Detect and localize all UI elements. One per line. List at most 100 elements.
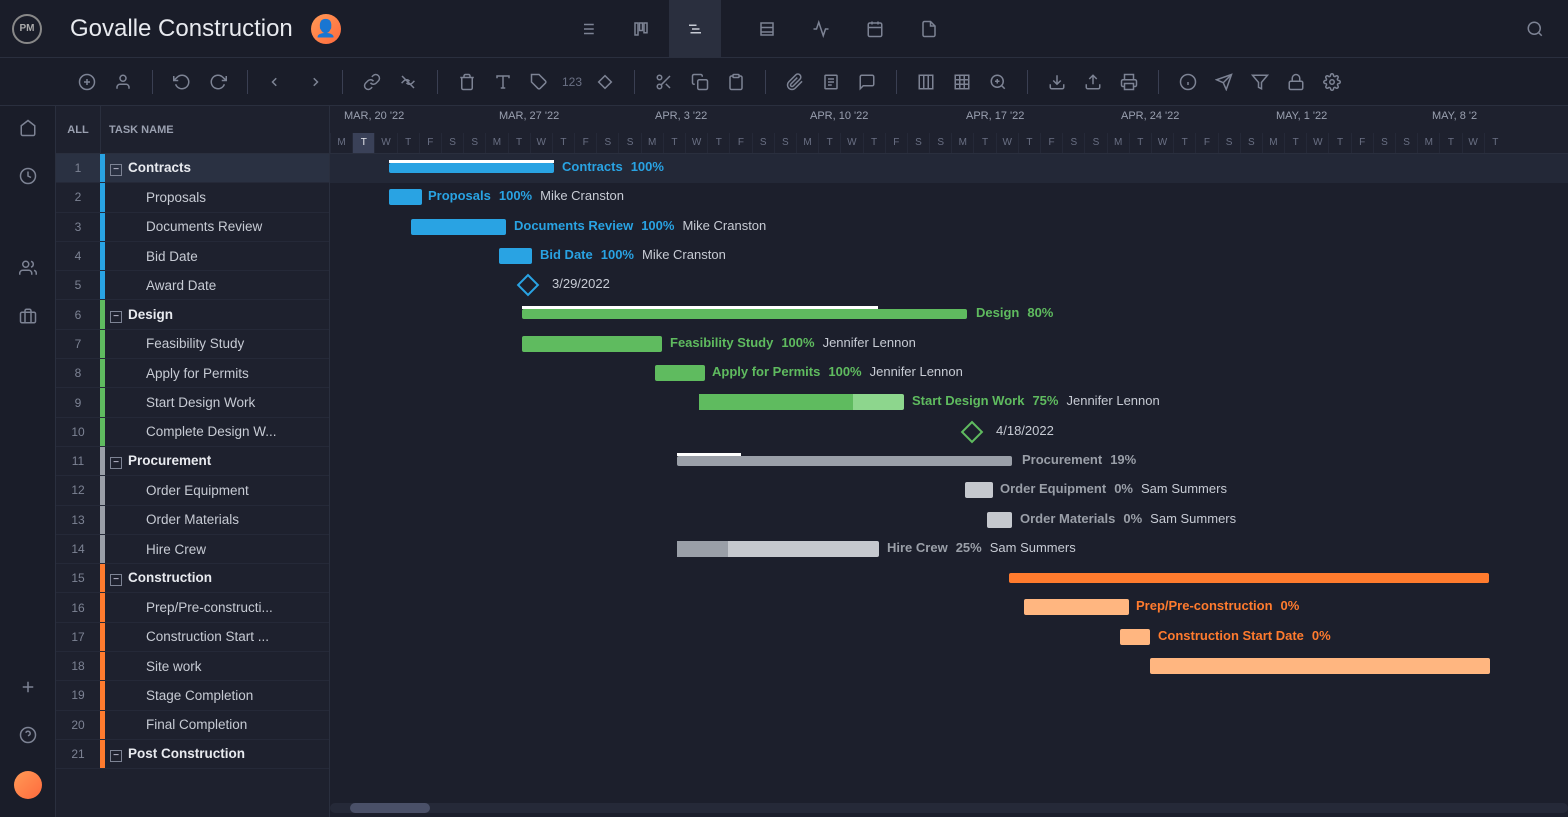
- home-icon[interactable]: [16, 116, 40, 140]
- task-row[interactable]: 21−Post Construction: [56, 740, 329, 769]
- grid-button[interactable]: [947, 67, 977, 97]
- gantt-row[interactable]: Feasibility Study100%Jennifer Lennon: [330, 330, 1568, 359]
- gantt-summary-bar[interactable]: [389, 163, 554, 173]
- text-style-button[interactable]: [488, 67, 518, 97]
- gantt-task-bar[interactable]: [411, 219, 506, 235]
- task-row[interactable]: 6−Design: [56, 300, 329, 329]
- search-button[interactable]: [1514, 20, 1556, 38]
- cut-button[interactable]: [649, 67, 679, 97]
- gantt-row[interactable]: [330, 740, 1568, 769]
- gantt-row[interactable]: [330, 681, 1568, 710]
- user-avatar[interactable]: [14, 771, 42, 799]
- gantt-summary-bar[interactable]: [677, 456, 1012, 466]
- gantt-task-bar[interactable]: [699, 394, 904, 410]
- unlink-button[interactable]: [393, 67, 423, 97]
- delete-button[interactable]: [452, 67, 482, 97]
- sheet-view-tab[interactable]: [741, 0, 793, 58]
- task-row[interactable]: 1−Contracts: [56, 154, 329, 183]
- gantt-row[interactable]: Proposals100%Mike Cranston: [330, 183, 1568, 212]
- gantt-row[interactable]: Prep/Pre-construction0%: [330, 593, 1568, 622]
- settings-button[interactable]: [1317, 67, 1347, 97]
- task-row[interactable]: 13Order Materials: [56, 506, 329, 535]
- task-row[interactable]: 2Proposals: [56, 183, 329, 212]
- copy-button[interactable]: [685, 67, 715, 97]
- gantt-task-bar[interactable]: [499, 248, 532, 264]
- list-view-tab[interactable]: [561, 0, 613, 58]
- task-row[interactable]: 9Start Design Work: [56, 388, 329, 417]
- export-button[interactable]: [1078, 67, 1108, 97]
- gantt-task-bar[interactable]: [1024, 599, 1129, 615]
- task-row[interactable]: 15−Construction: [56, 564, 329, 593]
- gantt-task-bar[interactable]: [389, 189, 422, 205]
- tag-button[interactable]: [524, 67, 554, 97]
- task-row[interactable]: 16Prep/Pre-constructi...: [56, 593, 329, 622]
- gantt-row[interactable]: [330, 564, 1568, 593]
- help-icon[interactable]: [16, 723, 40, 747]
- calendar-view-tab[interactable]: [849, 0, 901, 58]
- gantt-task-bar[interactable]: [655, 365, 705, 381]
- import-button[interactable]: [1042, 67, 1072, 97]
- gantt-row[interactable]: 4/18/2022: [330, 418, 1568, 447]
- task-row[interactable]: 8Apply for Permits: [56, 359, 329, 388]
- gantt-task-bar[interactable]: [965, 482, 993, 498]
- gantt-row[interactable]: Bid Date100%Mike Cranston: [330, 242, 1568, 271]
- gantt-milestone[interactable]: [961, 420, 984, 443]
- gantt-row[interactable]: Design80%: [330, 300, 1568, 329]
- gantt-row[interactable]: Procurement19%: [330, 447, 1568, 476]
- expand-toggle-icon[interactable]: −: [110, 164, 122, 176]
- gantt-task-bar[interactable]: [987, 512, 1012, 528]
- gantt-task-bar[interactable]: [1120, 629, 1150, 645]
- wbs-button[interactable]: 123: [560, 75, 584, 89]
- redo-button[interactable]: [203, 67, 233, 97]
- expand-toggle-icon[interactable]: −: [110, 457, 122, 469]
- expand-toggle-icon[interactable]: −: [110, 311, 122, 323]
- gantt-row[interactable]: Start Design Work75%Jennifer Lennon: [330, 388, 1568, 417]
- attachment-button[interactable]: [780, 67, 810, 97]
- gantt-row[interactable]: Order Materials0%Sam Summers: [330, 506, 1568, 535]
- task-row[interactable]: 14Hire Crew: [56, 535, 329, 564]
- project-avatar[interactable]: 👤: [311, 14, 341, 44]
- task-row[interactable]: 3Documents Review: [56, 213, 329, 242]
- assign-button[interactable]: [108, 67, 138, 97]
- send-button[interactable]: [1209, 67, 1239, 97]
- task-row[interactable]: 7Feasibility Study: [56, 330, 329, 359]
- paste-button[interactable]: [721, 67, 751, 97]
- task-row[interactable]: 20Final Completion: [56, 711, 329, 740]
- outdent-button[interactable]: [262, 67, 292, 97]
- gantt-scrollbar[interactable]: [330, 803, 1568, 813]
- gantt-scroll-thumb[interactable]: [350, 803, 430, 813]
- board-view-tab[interactable]: [615, 0, 667, 58]
- filter-button[interactable]: [1245, 67, 1275, 97]
- gantt-row[interactable]: Order Equipment0%Sam Summers: [330, 476, 1568, 505]
- gantt-row[interactable]: [330, 652, 1568, 681]
- portfolio-icon[interactable]: [16, 304, 40, 328]
- task-row[interactable]: 4Bid Date: [56, 242, 329, 271]
- gantt-task-bar[interactable]: [677, 541, 879, 557]
- expand-toggle-icon[interactable]: −: [110, 750, 122, 762]
- recent-icon[interactable]: [16, 164, 40, 188]
- team-icon[interactable]: [16, 256, 40, 280]
- indent-button[interactable]: [298, 67, 328, 97]
- gantt-view-tab[interactable]: [669, 0, 721, 58]
- taskname-column-header[interactable]: TASK NAME: [100, 106, 329, 153]
- app-logo[interactable]: PM: [12, 14, 42, 44]
- all-column-header[interactable]: ALL: [56, 124, 100, 136]
- gantt-task-bar[interactable]: [522, 336, 662, 352]
- gantt-row[interactable]: 3/29/2022: [330, 271, 1568, 300]
- task-row[interactable]: 11−Procurement: [56, 447, 329, 476]
- gantt-milestone[interactable]: [517, 274, 540, 297]
- task-row[interactable]: 19Stage Completion: [56, 681, 329, 710]
- print-button[interactable]: [1114, 67, 1144, 97]
- task-row[interactable]: 17Construction Start ...: [56, 623, 329, 652]
- gantt-summary-bar[interactable]: [522, 309, 967, 319]
- activity-view-tab[interactable]: [795, 0, 847, 58]
- gantt-row[interactable]: Documents Review100%Mike Cranston: [330, 213, 1568, 242]
- link-button[interactable]: [357, 67, 387, 97]
- columns-button[interactable]: [911, 67, 941, 97]
- gantt-row[interactable]: Contracts100%: [330, 154, 1568, 183]
- gantt-row[interactable]: [330, 711, 1568, 740]
- expand-toggle-icon[interactable]: −: [110, 574, 122, 586]
- undo-button[interactable]: [167, 67, 197, 97]
- task-row[interactable]: 18Site work: [56, 652, 329, 681]
- gantt-row[interactable]: Apply for Permits100%Jennifer Lennon: [330, 359, 1568, 388]
